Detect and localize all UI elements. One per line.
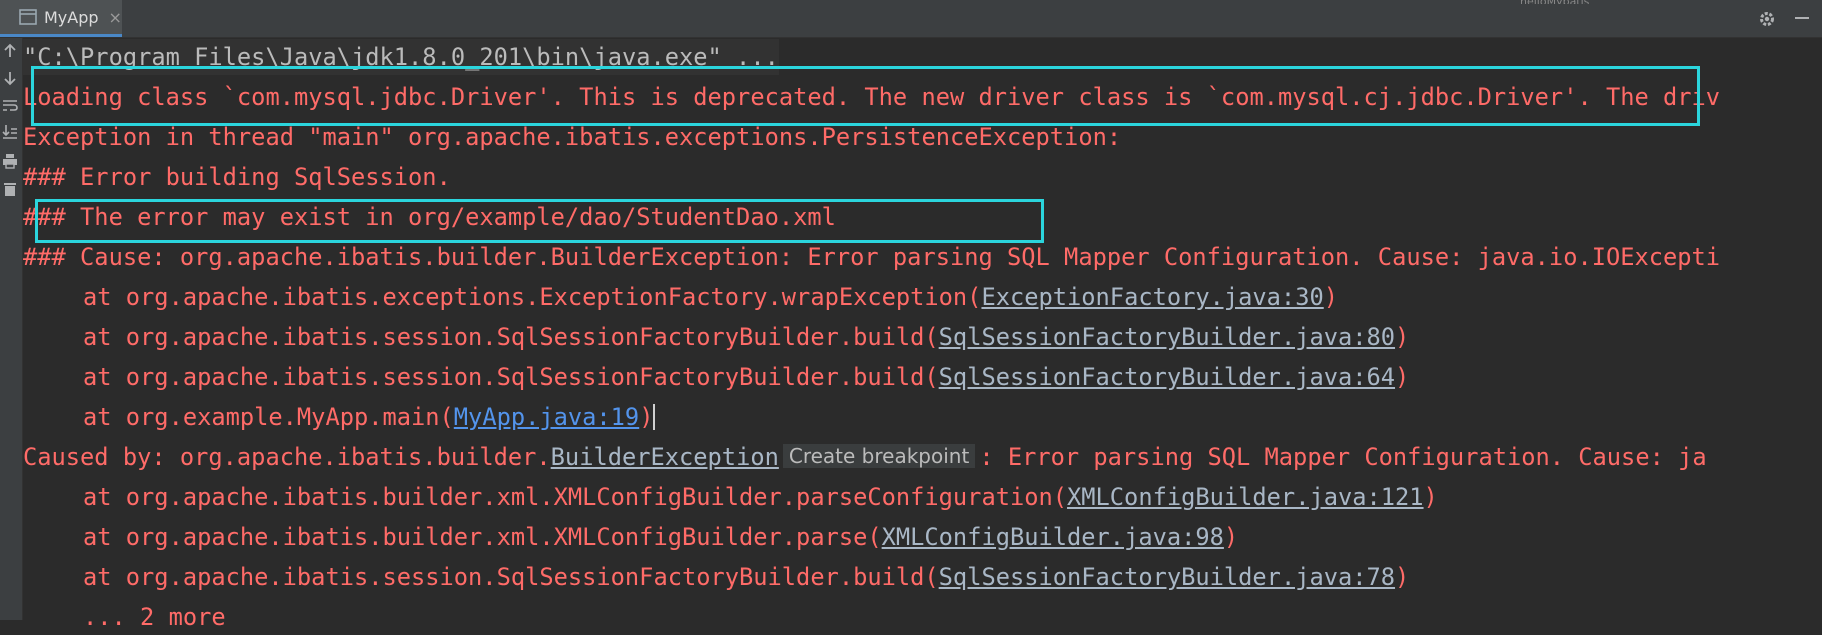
tab-close-icon[interactable]: × <box>109 8 122 27</box>
stack-frame: at org.apache.ibatis.session.SqlSessionF… <box>83 323 1410 351</box>
stack-frame: at org.example.MyApp.main(MyApp.java:19) <box>83 403 656 431</box>
soft-wrap-icon[interactable] <box>1 96 19 114</box>
highlight-box <box>35 199 1044 243</box>
arrow-down-icon[interactable] <box>1 69 19 87</box>
tab-title: MyApp <box>44 7 99 27</box>
console-icon <box>19 9 37 25</box>
text-caret <box>653 404 656 430</box>
minus-icon[interactable] <box>1795 17 1809 19</box>
stack-frame: at org.apache.ibatis.builder.xml.XMLConf… <box>83 523 1239 551</box>
source-link[interactable]: SqlSessionFactoryBuilder.java:80 <box>939 323 1395 351</box>
source-link[interactable]: SqlSessionFactoryBuilder.java:64 <box>939 363 1395 391</box>
scroll-end-icon[interactable] <box>1 123 19 141</box>
source-link[interactable]: SqlSessionFactoryBuilder.java:78 <box>939 563 1395 591</box>
stack-frame: at org.apache.ibatis.builder.xml.XMLConf… <box>83 483 1438 511</box>
console-line-error-building: ### Error building SqlSession. <box>23 163 451 191</box>
source-link[interactable]: MyApp.java:19 <box>454 403 639 431</box>
console-line-cause: ### Cause: org.apache.ibatis.builder.Bui… <box>23 243 1721 271</box>
stack-frame: at org.apache.ibatis.session.SqlSessionF… <box>83 363 1410 391</box>
console-line-caused-by: Caused by: org.apache.ibatis.builder.Bui… <box>23 443 1707 471</box>
stack-frame: at org.apache.ibatis.exceptions.Exceptio… <box>83 283 1338 311</box>
console-toolbar <box>0 38 23 620</box>
console-line-more: ... 2 more <box>83 603 226 631</box>
print-icon[interactable] <box>1 152 19 170</box>
trash-icon[interactable] <box>1 180 19 198</box>
source-link[interactable]: XMLConfigBuilder.java:98 <box>882 523 1224 551</box>
exception-link[interactable]: BuilderException <box>551 443 779 471</box>
gear-icon[interactable] <box>1757 9 1777 29</box>
arrow-up-icon[interactable] <box>1 42 19 60</box>
source-link[interactable]: XMLConfigBuilder.java:121 <box>1067 483 1424 511</box>
highlight-box <box>31 66 1700 126</box>
run-tool-window-header: MyApp × helloMybatis <box>0 0 1822 38</box>
source-link[interactable]: ExceptionFactory.java:30 <box>981 283 1323 311</box>
project-label: helloMybatis <box>1520 0 1670 4</box>
create-breakpoint-button[interactable]: Create breakpoint <box>782 444 976 468</box>
stack-frame: at org.apache.ibatis.session.SqlSessionF… <box>83 563 1410 591</box>
tab-myapp[interactable]: MyApp × <box>0 0 122 37</box>
